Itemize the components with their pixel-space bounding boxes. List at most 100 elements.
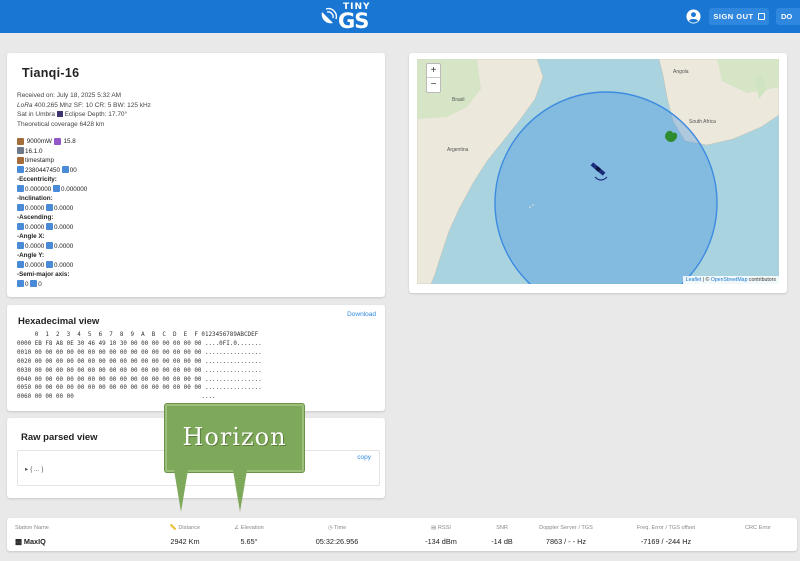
- hex-view-card: Hexadecimal view Download 0 1 2 3 4 5 6 …: [7, 305, 385, 411]
- station-table: Station Name ▩ MaxIQ 📏 Distance 2942 Km …: [7, 518, 797, 551]
- account-circle-icon[interactable]: [686, 9, 701, 24]
- osm-link[interactable]: OpenStreetMap: [711, 277, 748, 283]
- download-link[interactable]: Download: [347, 311, 376, 318]
- top-app-bar: TINY GS SIGN OUT DO: [0, 0, 800, 33]
- distance-column: 📏 Distance 2942 Km: [155, 525, 215, 546]
- angle-x-label: -Angle X:: [17, 233, 45, 240]
- tinygs-logo[interactable]: TINY GS: [319, 2, 379, 33]
- received-date: Received on: July 18, 2025 5:32 AM: [17, 92, 122, 99]
- distance-value: 2942 Km: [170, 537, 200, 546]
- dashboard-label: DO: [781, 12, 793, 21]
- power-value: 9000mW: [26, 138, 52, 145]
- number-2-icon: [46, 204, 54, 212]
- time-value: 05:32:26.956: [315, 537, 359, 546]
- inc-value-1: 0.0000: [25, 204, 45, 212]
- ecc-value-1: 0.000000: [25, 185, 52, 193]
- hex-line: 0020 00 00 00 00 00 00 00 00 00 00 00 00…: [17, 358, 262, 365]
- inclination-label: -Inclination:: [17, 195, 53, 202]
- zoom-in-button[interactable]: +: [427, 64, 440, 78]
- zoom-control: + −: [426, 63, 441, 93]
- distance-header-label: Distance: [178, 525, 201, 531]
- elevation-header: ∠ Elevation: [219, 525, 279, 531]
- eccentricity-values: 0.000000 0.000000: [17, 185, 375, 195]
- angle-x-values: 0.0000 0.0000: [17, 242, 375, 252]
- station-name-cell[interactable]: ▩ MaxIQ: [15, 537, 49, 546]
- coverage-text: Theoretical coverage 6428 km: [17, 120, 105, 128]
- thermometer-icon: [53, 137, 61, 145]
- map-attribution: Leaflet | © OpenStreetMap contributors: [682, 276, 779, 284]
- hex-line: 0060 00 00 00 00 ....: [17, 394, 216, 401]
- semi-major-label: -Semi-major axis:: [17, 271, 70, 278]
- station-name-header: Station Name: [15, 525, 49, 531]
- hex-line: 0 1 2 3 4 5 6 7 8 9 A B C D E F 01234567…: [17, 332, 259, 338]
- eclipse-line: Sat in Umbra Eclipse Depth: 17.70°: [17, 110, 375, 120]
- logout-icon: [757, 13, 765, 20]
- elevation-value: 5.65°: [240, 537, 258, 546]
- hex-dump: 0 1 2 3 4 5 6 7 8 9 A B C D E F 01234567…: [17, 331, 375, 402]
- copy-button[interactable]: copy: [357, 454, 371, 461]
- hex-line: 0030 00 00 00 00 00 00 00 00 00 00 00 00…: [17, 367, 262, 374]
- snr-header: SNR: [496, 525, 508, 531]
- ecc-value-2: 0.000000: [61, 185, 88, 193]
- coverage-map[interactable]: Brasil Argentina Angola South Africa + −…: [417, 59, 779, 284]
- horizon-callout: Horizon: [165, 404, 304, 472]
- angle-y-values: 0.0000 0.0000: [17, 261, 375, 271]
- freq-error-value: -7169 / -244 Hz: [640, 537, 692, 546]
- leaflet-link[interactable]: Leaflet: [686, 277, 702, 283]
- number-2-icon: [46, 223, 54, 231]
- temp-value: 15.8: [63, 138, 76, 145]
- ts-value-1: 2380447450: [25, 166, 61, 174]
- time-header: ◷ Time: [301, 525, 373, 531]
- number-1-icon: [17, 204, 24, 212]
- version-value: 16.1.0: [25, 147, 43, 155]
- freq-error-column: Freq. Error / TGS offset -7169 / -244 Hz: [621, 525, 711, 546]
- ax-value-1: 0.0000: [25, 242, 45, 250]
- sm-value-1: 0: [25, 280, 29, 288]
- station-name: MaxIQ: [23, 537, 46, 546]
- rssi-header: ▤ RSSI: [411, 525, 471, 531]
- rssi-value: -134 dBm: [425, 537, 457, 546]
- map-label-brasil: Brasil: [452, 97, 465, 103]
- hex-line: 0040 00 00 00 00 00 00 00 00 00 00 00 00…: [17, 376, 262, 383]
- timestamp-values: 2380447450 00: [17, 166, 375, 176]
- hex-line: 0010 00 00 00 00 00 00 00 00 00 00 00 00…: [17, 349, 262, 356]
- sign-out-label: SIGN OUT: [713, 12, 754, 21]
- zoom-out-button[interactable]: −: [427, 78, 440, 92]
- ruler-icon: 📏: [169, 525, 177, 531]
- snr-value: -14 dB: [491, 537, 513, 546]
- number-1-icon: [17, 261, 24, 269]
- semi-major-values: 0 0: [17, 280, 375, 290]
- freq-error-header: Freq. Error / TGS offset: [636, 525, 696, 531]
- battery-icon: [17, 137, 24, 145]
- callout-pointer-distance: [174, 470, 188, 512]
- antenna-icon: [17, 147, 24, 155]
- rssi-header-label: RSSI: [437, 525, 451, 531]
- doppler-value: 7863 / - - Hz: [545, 537, 587, 546]
- attribution-rest: contributors: [747, 277, 776, 283]
- angle-y-label: -Angle Y:: [17, 252, 45, 259]
- doppler-column: Doppler Server / TGS 7863 / - - Hz: [527, 525, 605, 546]
- json-tree-toggle[interactable]: ▸ { ... }: [25, 465, 43, 473]
- eclipse-icon: [56, 111, 63, 118]
- satellite-info-card: Tianqi-16 Received on: July 18, 2025 5:3…: [7, 53, 385, 297]
- number-2-icon: [30, 280, 38, 288]
- map-label-angola: Angola: [673, 69, 689, 75]
- snr-column: SNR -14 dB: [477, 525, 527, 546]
- sign-out-button[interactable]: SIGN OUT: [709, 8, 769, 25]
- hex-line: 0050 00 00 00 00 00 00 00 00 00 00 00 00…: [17, 385, 262, 392]
- number-1-icon: [17, 280, 24, 288]
- asc-value-1: 0.0000: [25, 223, 45, 231]
- map-card: Brasil Argentina Angola South Africa + −…: [409, 53, 787, 293]
- ay-value-1: 0.0000: [25, 261, 45, 269]
- timestamp-label: timestamp: [25, 157, 55, 164]
- signal-icon: ▤: [431, 525, 437, 531]
- crc-column: CRC Error: [733, 525, 783, 531]
- dashboard-button[interactable]: DO: [776, 8, 800, 25]
- eclipse-depth: Eclipse Depth: 17.70°: [64, 111, 128, 118]
- ts-value-2: 00: [69, 166, 77, 174]
- number-1-icon: [17, 185, 24, 193]
- number-2-icon: [46, 242, 54, 250]
- eccentricity-label: -Eccentricity:: [17, 176, 57, 183]
- map-label-south-africa: South Africa: [689, 119, 716, 125]
- station-column: Station Name ▩ MaxIQ: [15, 525, 49, 546]
